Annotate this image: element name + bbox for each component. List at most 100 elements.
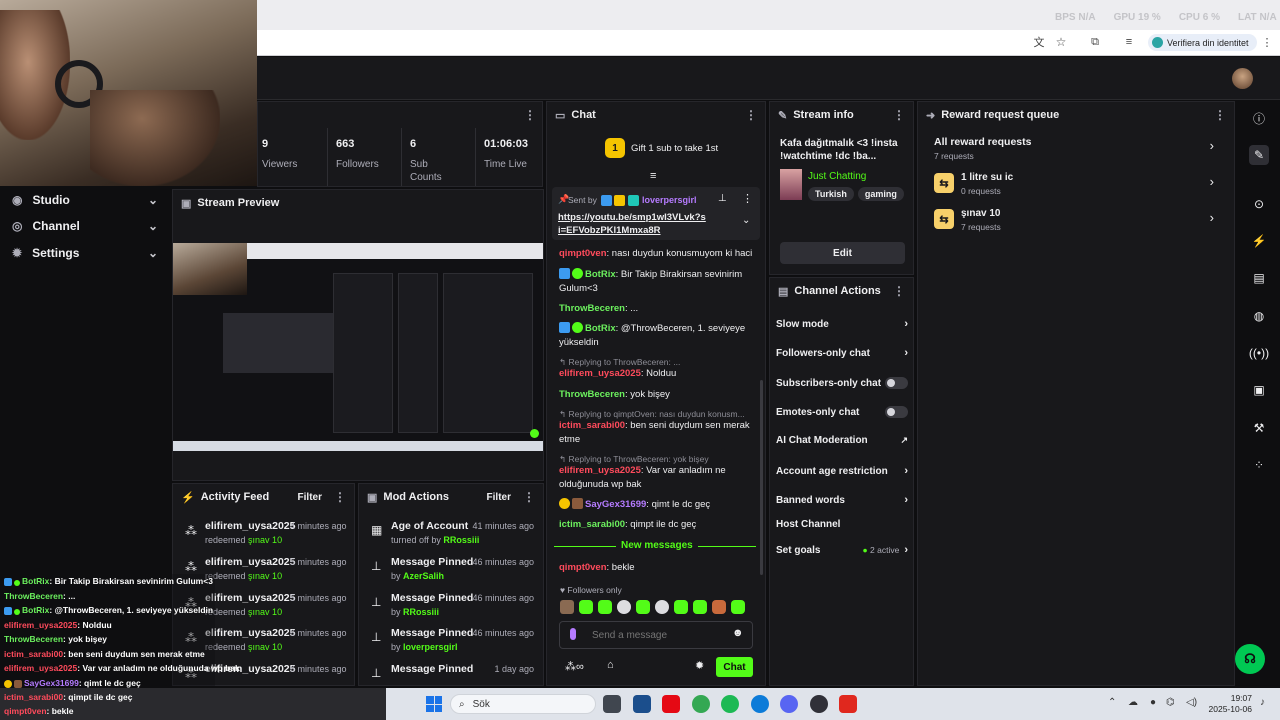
taskbar-clock[interactable]: 19:07 2025-10-06 — [1202, 693, 1252, 715]
gear-icon[interactable]: ✹ — [695, 659, 704, 672]
kebab-icon[interactable]: ⋮ — [1214, 108, 1226, 122]
chat-username[interactable]: ictim_sarabi00 — [559, 420, 625, 431]
mic-tray-icon[interactable]: ● — [1150, 697, 1156, 708]
camera-icon[interactable]: ⊙ — [1249, 194, 1269, 214]
pen-icon[interactable]: ✎ — [1249, 145, 1269, 165]
edge-icon[interactable] — [751, 695, 769, 713]
chat-input[interactable]: ☻ — [559, 621, 753, 649]
filter-button[interactable]: Filter — [298, 492, 322, 503]
chat-username[interactable]: BotRix — [585, 269, 616, 280]
notification-icon[interactable]: ♪ — [1260, 697, 1265, 708]
file-explorer-icon[interactable] — [633, 695, 651, 713]
translate-icon[interactable]: 文 — [1032, 35, 1046, 49]
broadcast-icon[interactable]: ((•)) — [1249, 343, 1269, 363]
subscribers-only-toggle[interactable] — [885, 377, 908, 389]
slow-mode-row[interactable]: Slow mode › — [776, 318, 908, 330]
pinned-user[interactable]: loverpersgirl — [642, 195, 697, 205]
reading-list-icon[interactable]: ≡ — [1122, 35, 1136, 49]
emote-icon[interactable] — [712, 600, 726, 614]
chat-username[interactable]: ThrowBeceren — [559, 389, 625, 400]
emote-icon[interactable] — [598, 600, 612, 614]
network-icon[interactable]: ⌬ — [1166, 697, 1175, 708]
chrome-icon[interactable] — [692, 695, 710, 713]
bookmark-star-icon[interactable]: ☆ — [1054, 35, 1068, 49]
host-channel-row[interactable]: Host Channel — [776, 519, 908, 530]
category-thumbnail[interactable] — [780, 169, 802, 200]
emote-icon[interactable] — [636, 600, 650, 614]
pinned-link[interactable]: https://youtu.be/smp1wI3VLvk?si=EFVobzPK… — [558, 211, 708, 237]
reward-item[interactable]: 1 litre su ic 0 requests › — [934, 172, 1224, 198]
lightning-icon[interactable]: ⚡ — [1249, 231, 1269, 251]
obs-icon[interactable] — [810, 695, 828, 713]
spotify-icon[interactable] — [721, 695, 739, 713]
kebab-icon[interactable]: ⋮ — [523, 490, 535, 504]
windows-start-icon[interactable] — [426, 696, 442, 712]
cloud-icon[interactable]: ☁ — [1128, 697, 1138, 708]
activity-user[interactable]: elifirem_uysa2025 — [205, 556, 295, 568]
account-age-row[interactable]: Account age restriction › — [776, 465, 908, 477]
filter-icon[interactable]: ≡ — [650, 170, 656, 182]
activity-user[interactable]: elifirem_uysa2025 — [205, 592, 295, 604]
volume-icon[interactable]: ◁) — [1186, 697, 1197, 708]
emote-icon[interactable] — [674, 600, 688, 614]
wrench-icon[interactable]: ⚒ — [1249, 418, 1269, 438]
chat-username[interactable]: qimpt0ven — [559, 562, 607, 573]
emoji-icon[interactable]: ☻ — [732, 627, 744, 639]
reward-item[interactable]: şınav 10 7 requests › — [934, 208, 1224, 234]
mic-icon[interactable] — [570, 628, 576, 640]
emote-icon[interactable] — [617, 600, 631, 614]
discord-icon[interactable] — [780, 695, 798, 713]
emote-icon[interactable] — [731, 600, 745, 614]
activity-user[interactable]: elifirem_uysa2025 — [205, 520, 295, 532]
send-chat-button[interactable]: Chat — [716, 657, 753, 677]
followers-only-row[interactable]: Followers-only chat › — [776, 347, 908, 359]
chat-username[interactable]: elifirem_uysa2025 — [559, 465, 641, 476]
activity-user[interactable]: elifirem_uysa2025 — [205, 627, 295, 639]
gift-badge[interactable]: 1 — [605, 138, 625, 158]
chat-bubble-icon[interactable]: ◍ — [1249, 306, 1269, 326]
chat-username[interactable]: ictim_sarabi00 — [559, 519, 625, 530]
emote-icon[interactable] — [560, 600, 574, 614]
edit-stream-button[interactable]: Edit — [780, 242, 905, 264]
mod-action-user[interactable]: RRossiii — [403, 607, 439, 617]
taskbar-search[interactable]: ⌕ Sök — [450, 694, 596, 714]
ai-moderation-row[interactable]: AI Chat Moderation ↗ — [776, 435, 908, 446]
banned-words-row[interactable]: Banned words › — [776, 494, 908, 506]
new-messages-label[interactable]: New messages — [616, 540, 698, 551]
support-icon[interactable]: ☊ — [1235, 644, 1265, 674]
emotes-only-toggle[interactable] — [885, 406, 908, 418]
nav-item-channel[interactable]: ◎ Channel ⌄ — [12, 216, 162, 236]
mod-action-user[interactable]: AzerSalih — [403, 571, 444, 581]
layout-icon[interactable]: ▣ — [1249, 380, 1269, 400]
kebab-icon[interactable]: ⋮ — [524, 108, 536, 122]
chat-username[interactable]: qimpt0ven — [559, 248, 607, 259]
tag-chip[interactable]: gaming — [857, 187, 904, 201]
verify-identity-button[interactable]: Verifiera din identitet — [1148, 34, 1257, 51]
kebab-icon[interactable]: ⋮ — [334, 490, 346, 504]
set-goals-row[interactable]: Set goals ● 2 active › — [776, 544, 908, 556]
notes-icon[interactable]: ▤ — [1249, 268, 1269, 288]
unpin-icon[interactable]: ⊥ — [718, 193, 727, 204]
chat-message-input[interactable] — [592, 628, 722, 642]
mod-action-user[interactable]: RRossiii — [443, 535, 479, 545]
category-link[interactable]: Just Chatting — [808, 171, 866, 182]
gift-text[interactable]: Gift 1 sub to take 1st — [631, 143, 718, 154]
grid-icon[interactable]: ⁘ — [1249, 455, 1269, 475]
browser-menu-icon[interactable]: ⋮ — [1262, 35, 1273, 49]
chat-tools-icon[interactable]: ⁂∞ — [565, 660, 584, 673]
chevron-down-icon[interactable]: ⌄ — [742, 215, 750, 226]
nav-item-settings[interactable]: ✹ Settings ⌄ — [12, 243, 162, 263]
info-icon[interactable]: ⓘ — [1249, 108, 1269, 128]
chat-username[interactable]: BotRix — [585, 323, 616, 334]
user-avatar[interactable] — [1232, 68, 1253, 89]
kebab-icon[interactable]: ⋮ — [745, 108, 757, 122]
youtube-icon[interactable] — [839, 695, 857, 713]
mod-action-user[interactable]: loverpersgirl — [403, 642, 458, 652]
task-view-icon[interactable] — [603, 695, 621, 713]
emote-icon[interactable] — [693, 600, 707, 614]
nav-item-studio[interactable]: ◉ Studio ⌄ — [12, 190, 162, 210]
netflix-icon[interactable] — [662, 695, 680, 713]
chat-username[interactable]: SayGex31699 — [585, 499, 646, 510]
tag-chip[interactable]: Turkish — [808, 187, 854, 201]
all-rewards-row[interactable]: All reward requests 7 requests › — [934, 136, 1224, 162]
